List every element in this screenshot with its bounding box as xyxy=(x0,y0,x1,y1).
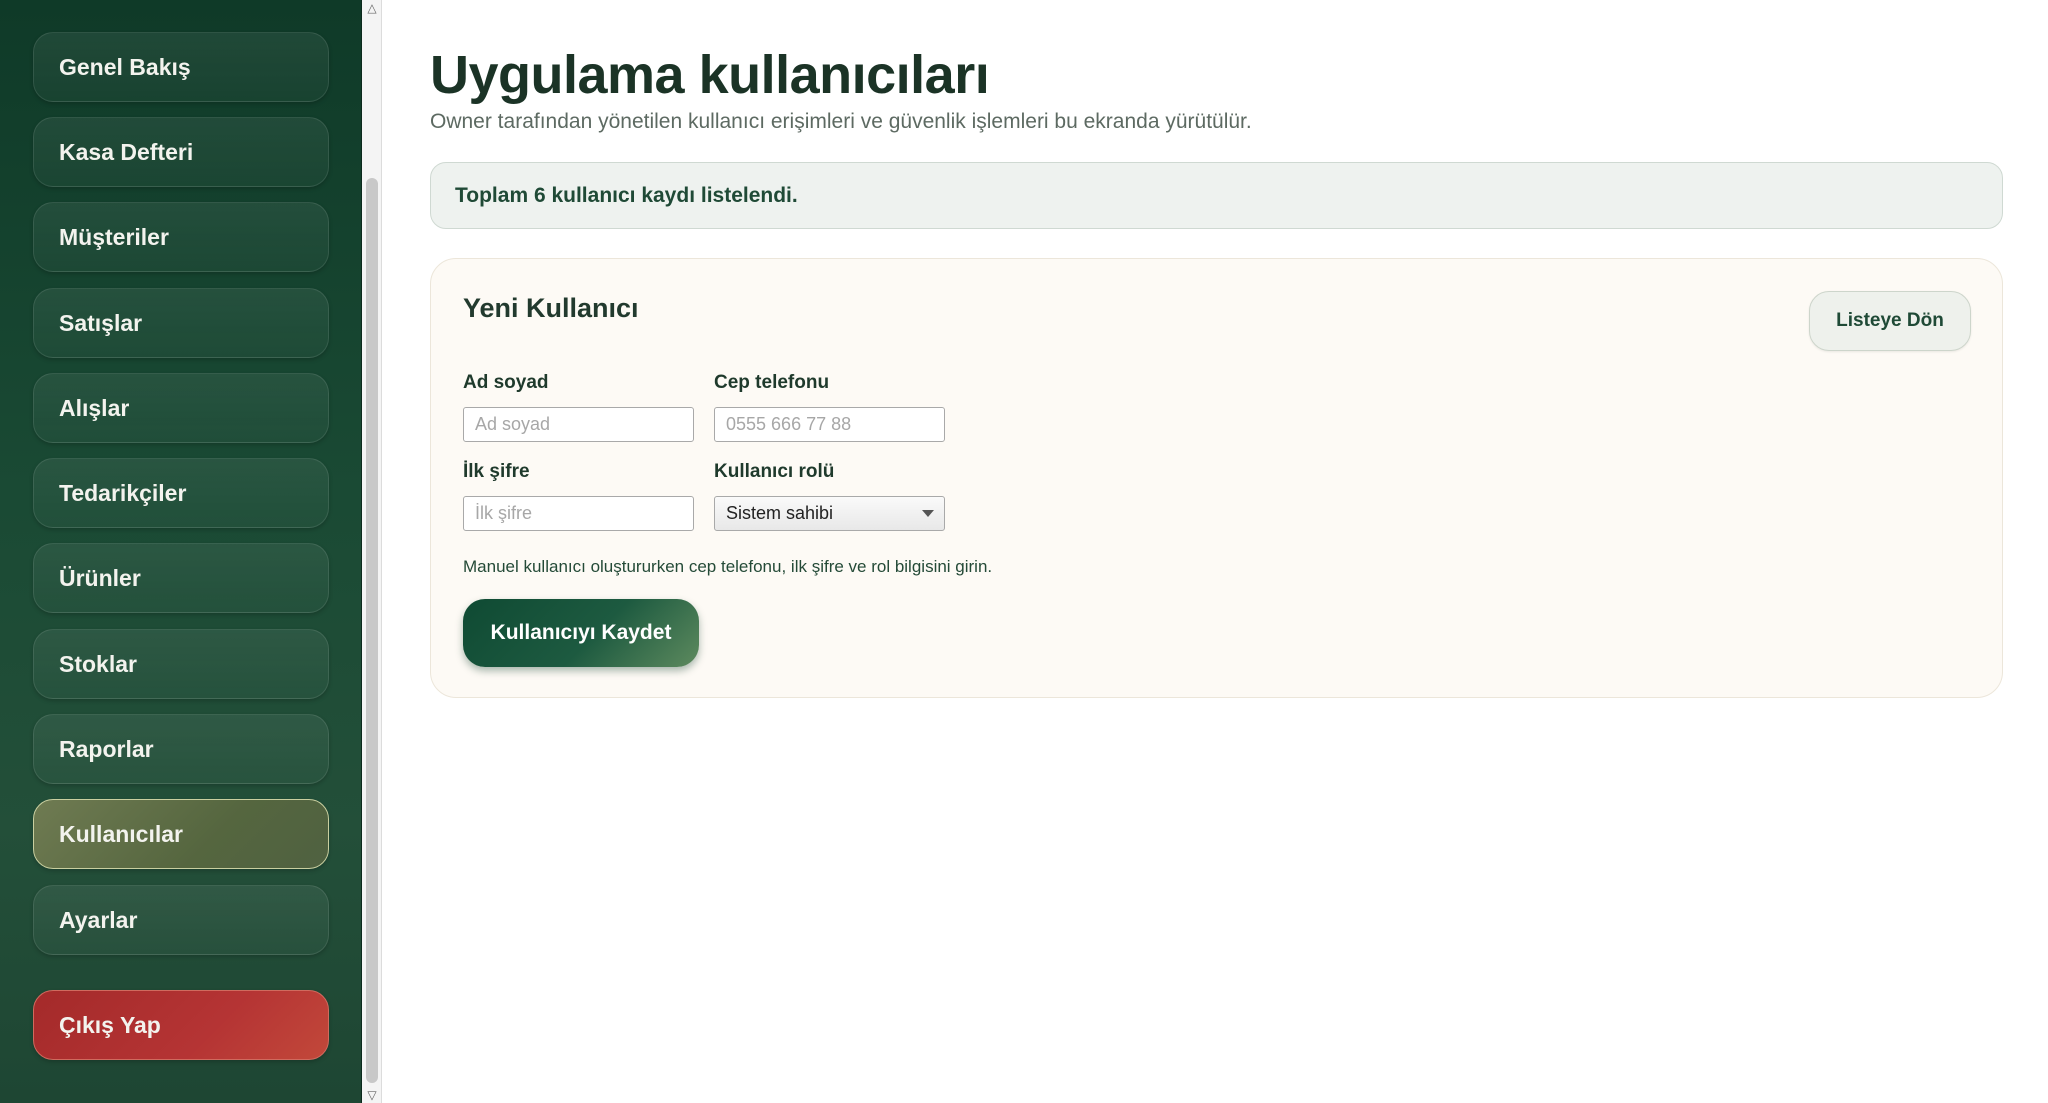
sidebar-item-suppliers[interactable]: Tedarikçiler xyxy=(33,458,329,528)
sidebar-item-overview[interactable]: Genel Bakış xyxy=(33,32,329,102)
save-user-button[interactable]: Kullanıcıyı Kaydet xyxy=(463,599,699,667)
sidebar-item-label: Satışlar xyxy=(59,309,143,336)
phone-label: Cep telefonu xyxy=(714,372,830,393)
sidebar-item-reports[interactable]: Raporlar xyxy=(33,714,329,784)
sidebar-item-label: Ayarlar xyxy=(59,906,138,933)
scroll-up-icon[interactable]: △ xyxy=(362,0,382,16)
sidebar-scrollbar[interactable]: △ ▽ xyxy=(362,0,382,1103)
sidebar-item-settings[interactable]: Ayarlar xyxy=(33,885,329,955)
sidebar-item-customers[interactable]: Müşteriler xyxy=(33,202,329,272)
card-title: Yeni Kullanıcı xyxy=(463,293,639,323)
main-content: Uygulama kullanıcıları Owner tarafından … xyxy=(382,0,2048,1103)
sidebar-item-users[interactable]: Kullanıcılar xyxy=(33,799,329,869)
full-name-input[interactable] xyxy=(463,407,694,442)
scrollbar-thumb[interactable] xyxy=(366,178,378,1083)
sidebar-item-label: Raporlar xyxy=(59,735,154,762)
form-hint: Manuel kullanıcı oluştururken cep telefo… xyxy=(463,557,993,576)
sidebar-item-stocks[interactable]: Stoklar xyxy=(33,629,329,699)
sidebar-item-label: Genel Bakış xyxy=(59,53,191,80)
sidebar-item-purchases[interactable]: Alışlar xyxy=(33,373,329,443)
sidebar-item-sales[interactable]: Satışlar xyxy=(33,288,329,358)
page-subtitle: Owner tarafından yönetilen kullanıcı eri… xyxy=(430,110,1252,133)
sidebar-item-label: Alışlar xyxy=(59,394,130,421)
page-title: Uygulama kullanıcıları xyxy=(430,45,990,105)
sidebar-item-label: Stoklar xyxy=(59,650,137,677)
logout-button[interactable]: Çıkış Yap xyxy=(33,990,329,1060)
banner-text: Toplam 6 kullanıcı kaydı listelendi. xyxy=(455,183,798,207)
role-selected-value: Sistem sahibi xyxy=(726,503,834,523)
chevron-down-icon xyxy=(922,510,934,517)
phone-input[interactable] xyxy=(714,407,945,442)
sidebar: Genel Bakış Kasa Defteri Müşteriler Satı… xyxy=(0,0,362,1103)
role-select[interactable]: Sistem sahibi xyxy=(714,496,945,531)
sidebar-item-label: Kasa Defteri xyxy=(59,138,194,165)
sidebar-item-products[interactable]: Ürünler xyxy=(33,543,329,613)
password-label: İlk şifre xyxy=(463,461,530,482)
role-label: Kullanıcı rolü xyxy=(714,461,835,482)
full-name-label: Ad soyad xyxy=(463,372,549,393)
new-user-card: Yeni Kullanıcı Listeye Dön Ad soyad Cep … xyxy=(430,258,2003,698)
sidebar-item-label: Müşteriler xyxy=(59,223,169,250)
sidebar-item-label: Ürünler xyxy=(59,564,141,591)
scroll-down-icon[interactable]: ▽ xyxy=(362,1087,382,1103)
sidebar-item-label: Tedarikçiler xyxy=(59,479,187,506)
back-to-list-button[interactable]: Listeye Dön xyxy=(1809,291,1971,351)
logout-label: Çıkış Yap xyxy=(59,1011,161,1038)
sidebar-item-label: Kullanıcılar xyxy=(59,820,183,847)
password-input[interactable] xyxy=(463,496,694,531)
sidebar-item-cashbook[interactable]: Kasa Defteri xyxy=(33,117,329,187)
user-count-banner: Toplam 6 kullanıcı kaydı listelendi. xyxy=(430,162,2003,229)
